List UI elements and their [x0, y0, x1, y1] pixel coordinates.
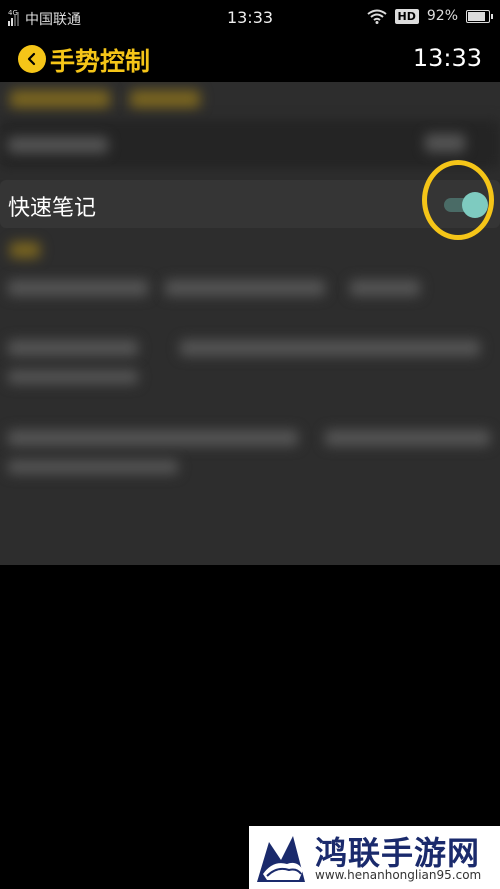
blurred-text — [180, 340, 480, 356]
blurred-section-header — [10, 242, 40, 258]
bull-logo-icon — [253, 830, 309, 886]
back-button[interactable] — [18, 45, 46, 73]
settings-panel — [0, 82, 500, 565]
header-time: 13:33 — [412, 44, 482, 72]
status-right: HD 92% — [366, 8, 493, 24]
blurred-section-header — [10, 90, 110, 108]
blurred-section-header — [130, 90, 200, 108]
app-header: 手势控制 13:33 — [0, 36, 500, 82]
battery-icon — [466, 9, 493, 23]
blurred-text — [8, 340, 138, 356]
blurred-text — [350, 280, 420, 296]
blurred-text — [8, 280, 148, 296]
blurred-text — [325, 430, 490, 446]
blurred-row-toggle — [425, 134, 465, 152]
blurred-text — [8, 370, 138, 384]
page-title: 手势控制 — [50, 47, 151, 76]
hd-badge: HD — [394, 8, 419, 24]
wifi-icon — [366, 9, 387, 24]
blurred-text — [8, 430, 298, 446]
blurred-row-label — [8, 137, 108, 153]
quick-note-label: 快速笔记 — [8, 196, 97, 221]
watermark: 鸿联手游网 www.henanhonglian95.com — [249, 826, 500, 889]
blurred-text — [8, 460, 178, 474]
battery-percent: 92% — [426, 8, 458, 24]
watermark-url: www.henanhonglian95.com — [315, 868, 482, 882]
back-chevron-icon — [27, 52, 36, 66]
blurred-text — [165, 280, 325, 296]
status-bar: 4G 中国联通 13:33 HD 92% — [0, 0, 500, 36]
highlight-ring — [422, 160, 494, 240]
